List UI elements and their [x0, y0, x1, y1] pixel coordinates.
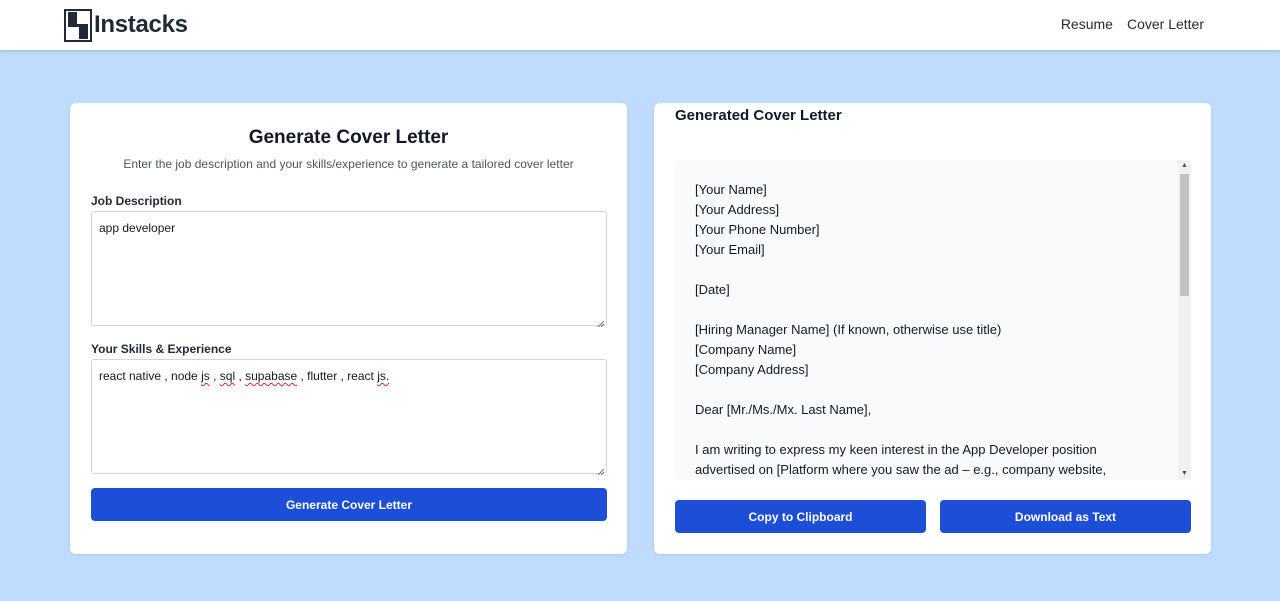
job-description-textarea[interactable]: app developer [91, 211, 607, 328]
download-as-text-button[interactable]: Download as Text [940, 500, 1191, 533]
scroll-thumb[interactable] [1180, 174, 1189, 296]
logo-icon [64, 8, 92, 42]
form-title: Generate Cover Letter [248, 127, 449, 148]
letter-line [695, 420, 1175, 440]
generated-letter-card: Generated Cover Letter [Your Name] [Your … [654, 103, 1211, 554]
skills-experience-value: react native , node js , sql , supabase … [99, 369, 390, 383]
scroll-down-arrow-icon[interactable]: ▼ [1178, 468, 1191, 480]
resize-grip-icon[interactable] [597, 464, 605, 476]
scroll-up-arrow-icon[interactable]: ▲ [1178, 160, 1191, 172]
skills-experience-textarea[interactable]: react native , node js , sql , supabase … [91, 359, 607, 476]
letter-line: [Hiring Manager Name] (If known, otherwi… [695, 322, 1002, 337]
generate-cover-letter-button[interactable]: Generate Cover Letter [91, 488, 607, 521]
brand[interactable]: Instacks [64, 8, 188, 42]
letter-line: [Date] [695, 282, 730, 297]
letter-line [695, 300, 1175, 320]
letter-scrollbar[interactable]: ▲ ▼ [1178, 160, 1191, 480]
letter-line: [Company Address] [695, 362, 809, 377]
letter-line [695, 260, 1175, 280]
letter-line: advertised on [Platform where you saw th… [695, 462, 1107, 477]
nav-links: Resume Cover Letter [1061, 16, 1204, 32]
job-description-value: app developer [99, 221, 176, 235]
letter-line: [Your Address] [695, 202, 780, 217]
skills-experience-label: Your Skills & Experience [91, 342, 232, 356]
resize-grip-icon[interactable] [597, 316, 605, 328]
cover-letter-form-card: Generate Cover Letter Enter the job desc… [70, 103, 627, 554]
copy-to-clipboard-button[interactable]: Copy to Clipboard [675, 500, 926, 533]
letter-line: Dear [Mr./Ms./Mx. Last Name], [695, 402, 872, 417]
letter-output-area[interactable]: [Your Name] [Your Address] [Your Phone Num… [675, 160, 1191, 480]
letter-text: [Your Name] [Your Address] [Your Phone Num… [695, 180, 1175, 480]
letter-line: I am writing to express my keen interest… [695, 442, 1097, 457]
navbar: Instacks Resume Cover Letter [0, 0, 1280, 50]
letter-line: [Your Phone Number] [695, 222, 820, 237]
letter-line: [Your Name] [695, 182, 767, 197]
letter-line [695, 380, 1175, 400]
letter-line: [Company Name] [695, 342, 797, 357]
nav-link-resume[interactable]: Resume [1061, 16, 1113, 32]
brand-name: Instacks [94, 11, 188, 38]
letter-line: [Your Email] [695, 242, 765, 257]
output-title: Generated Cover Letter [675, 107, 842, 124]
job-description-label: Job Description [91, 194, 182, 208]
form-subtitle: Enter the job description and your skill… [123, 157, 574, 171]
nav-link-cover-letter[interactable]: Cover Letter [1127, 16, 1204, 32]
